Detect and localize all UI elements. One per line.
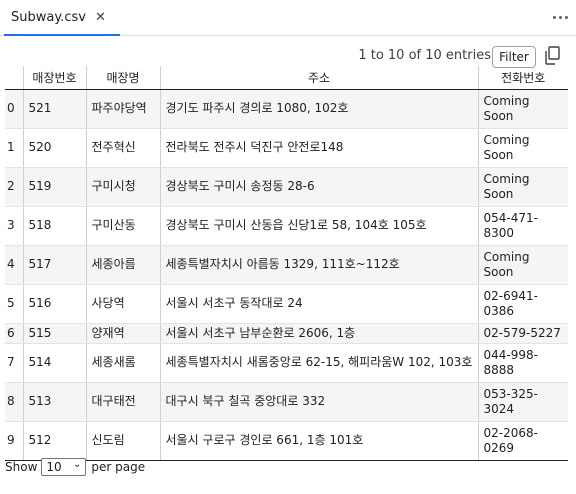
data-table: 매장번호 매장명 주소 전화번호 0 521 파주야당역 경기도 파주시 경의로…: [5, 66, 568, 461]
cell-phone: 053-325-3024: [477, 382, 568, 422]
table-row: 0 521 파주야당역 경기도 파주시 경의로 1080, 102호 Comin…: [5, 89, 568, 129]
entries-count: 1 to 10 of 10 entries: [358, 48, 491, 63]
row-index: 2: [5, 167, 23, 207]
table-row: 2 519 구미시청 경상북도 구미시 송정동 28-6 Coming Soon: [5, 167, 568, 207]
column-header-store-name[interactable]: 매장명: [85, 66, 160, 90]
cell-store-no: 513: [22, 382, 86, 422]
tab-bar: Subway.csv ✕: [0, 0, 576, 36]
cell-address: 서울시 구로구 경인로 661, 1층 101호: [159, 421, 478, 461]
copy-icon[interactable]: [542, 45, 562, 67]
table-row: 9 512 신도림 서울시 구로구 경인로 661, 1층 101호 02-20…: [5, 421, 568, 461]
cell-store-name: 신도림: [85, 421, 160, 461]
table-row: 4 517 세종아름 세종특별자치시 아름동 1329, 111호~112호 C…: [5, 245, 568, 285]
table-row: 1 520 전주혁신 전라북도 전주시 덕진구 안전로148 Coming So…: [5, 128, 568, 168]
cell-phone: 02-579-5227: [477, 323, 568, 344]
cell-phone: Coming Soon: [477, 128, 568, 168]
show-label: Show: [5, 460, 38, 474]
cell-store-name: 구미산동: [85, 206, 160, 246]
filter-button[interactable]: Filter: [492, 46, 536, 68]
pagination-footer: Show 10 ⌄ per page: [5, 457, 145, 477]
per-page-label: per page: [91, 460, 146, 474]
cell-phone: 054-471-8300: [477, 206, 568, 246]
cell-store-name: 전주혁신: [85, 128, 160, 168]
page-size-select[interactable]: 10 ⌄: [41, 458, 87, 476]
table-row: 6 515 양재역 서울시 서초구 남부순환로 2606, 1층 02-579-…: [5, 323, 568, 344]
column-header-address[interactable]: 주소: [159, 66, 478, 90]
cell-store-no: 521: [22, 89, 86, 129]
cell-store-name: 대구태전: [85, 382, 160, 422]
close-icon[interactable]: ✕: [95, 11, 106, 24]
tab-title: Subway.csv: [11, 9, 86, 25]
row-index: 6: [5, 323, 23, 344]
cell-address: 경기도 파주시 경의로 1080, 102호: [159, 89, 478, 129]
cell-store-no: 517: [22, 245, 86, 285]
cell-phone: Coming Soon: [477, 245, 568, 285]
row-index: 3: [5, 206, 23, 246]
cell-address: 세종특별자치시 새롬중앙로 62-15, 해피라움W 102, 103호: [159, 343, 478, 383]
row-index: 0: [5, 89, 23, 129]
table-toolbar: 1 to 10 of 10 entries Filter: [0, 44, 576, 68]
header-row: 매장번호 매장명 주소 전화번호: [5, 66, 568, 90]
row-index: 4: [5, 245, 23, 285]
cell-store-name: 양재역: [85, 323, 160, 344]
cell-store-name: 사당역: [85, 284, 160, 324]
cell-store-name: 구미시청: [85, 167, 160, 207]
cell-store-name: 파주야당역: [85, 89, 160, 129]
cell-phone: Coming Soon: [477, 89, 568, 129]
cell-phone: 02-2068-0269: [477, 421, 568, 461]
cell-store-name: 세종새롬: [85, 343, 160, 383]
cell-store-no: 514: [22, 343, 86, 383]
cell-phone: Coming Soon: [477, 167, 568, 207]
cell-store-name: 세종아름: [85, 245, 160, 285]
row-index: 8: [5, 382, 23, 422]
more-vertical-icon[interactable]: [550, 9, 570, 25]
cell-address: 세종특별자치시 아름동 1329, 111호~112호: [159, 245, 478, 285]
cell-address: 경상북도 구미시 송정동 28-6: [159, 167, 478, 207]
cell-address: 서울시 서초구 동작대로 24: [159, 284, 478, 324]
column-header-index[interactable]: [5, 66, 23, 90]
table-row: 3 518 구미산동 경상북도 구미시 산동읍 신당1로 58, 104호 10…: [5, 206, 568, 246]
cell-store-no: 519: [22, 167, 86, 207]
column-header-store-no[interactable]: 매장번호: [22, 66, 86, 90]
cell-address: 경상북도 구미시 산동읍 신당1로 58, 104호 105호: [159, 206, 478, 246]
cell-store-no: 512: [22, 421, 86, 461]
cell-store-no: 515: [22, 323, 86, 344]
cell-phone: 02-6941-0386: [477, 284, 568, 324]
row-index: 7: [5, 343, 23, 383]
cell-address: 서울시 서초구 남부순환로 2606, 1층: [159, 323, 478, 344]
column-header-phone[interactable]: 전화번호: [477, 66, 568, 90]
row-index: 9: [5, 421, 23, 461]
cell-address: 대구시 북구 칠곡 중앙대로 332: [159, 382, 478, 422]
cell-store-no: 518: [22, 206, 86, 246]
cell-store-no: 520: [22, 128, 86, 168]
tab-subway-csv[interactable]: Subway.csv ✕: [4, 0, 120, 36]
cell-store-no: 516: [22, 284, 86, 324]
chevron-down-icon: ⌄: [73, 459, 82, 470]
table-row: 8 513 대구태전 대구시 북구 칠곡 중앙대로 332 053-325-30…: [5, 382, 568, 422]
table-row: 5 516 사당역 서울시 서초구 동작대로 24 02-6941-0386: [5, 284, 568, 324]
table-row: 7 514 세종새롬 세종특별자치시 새롬중앙로 62-15, 해피라움W 10…: [5, 343, 568, 383]
row-index: 1: [5, 128, 23, 168]
cell-phone: 044-998-8888: [477, 343, 568, 383]
cell-address: 전라북도 전주시 덕진구 안전로148: [159, 128, 478, 168]
row-index: 5: [5, 284, 23, 324]
page-size-value: 10: [46, 460, 62, 474]
